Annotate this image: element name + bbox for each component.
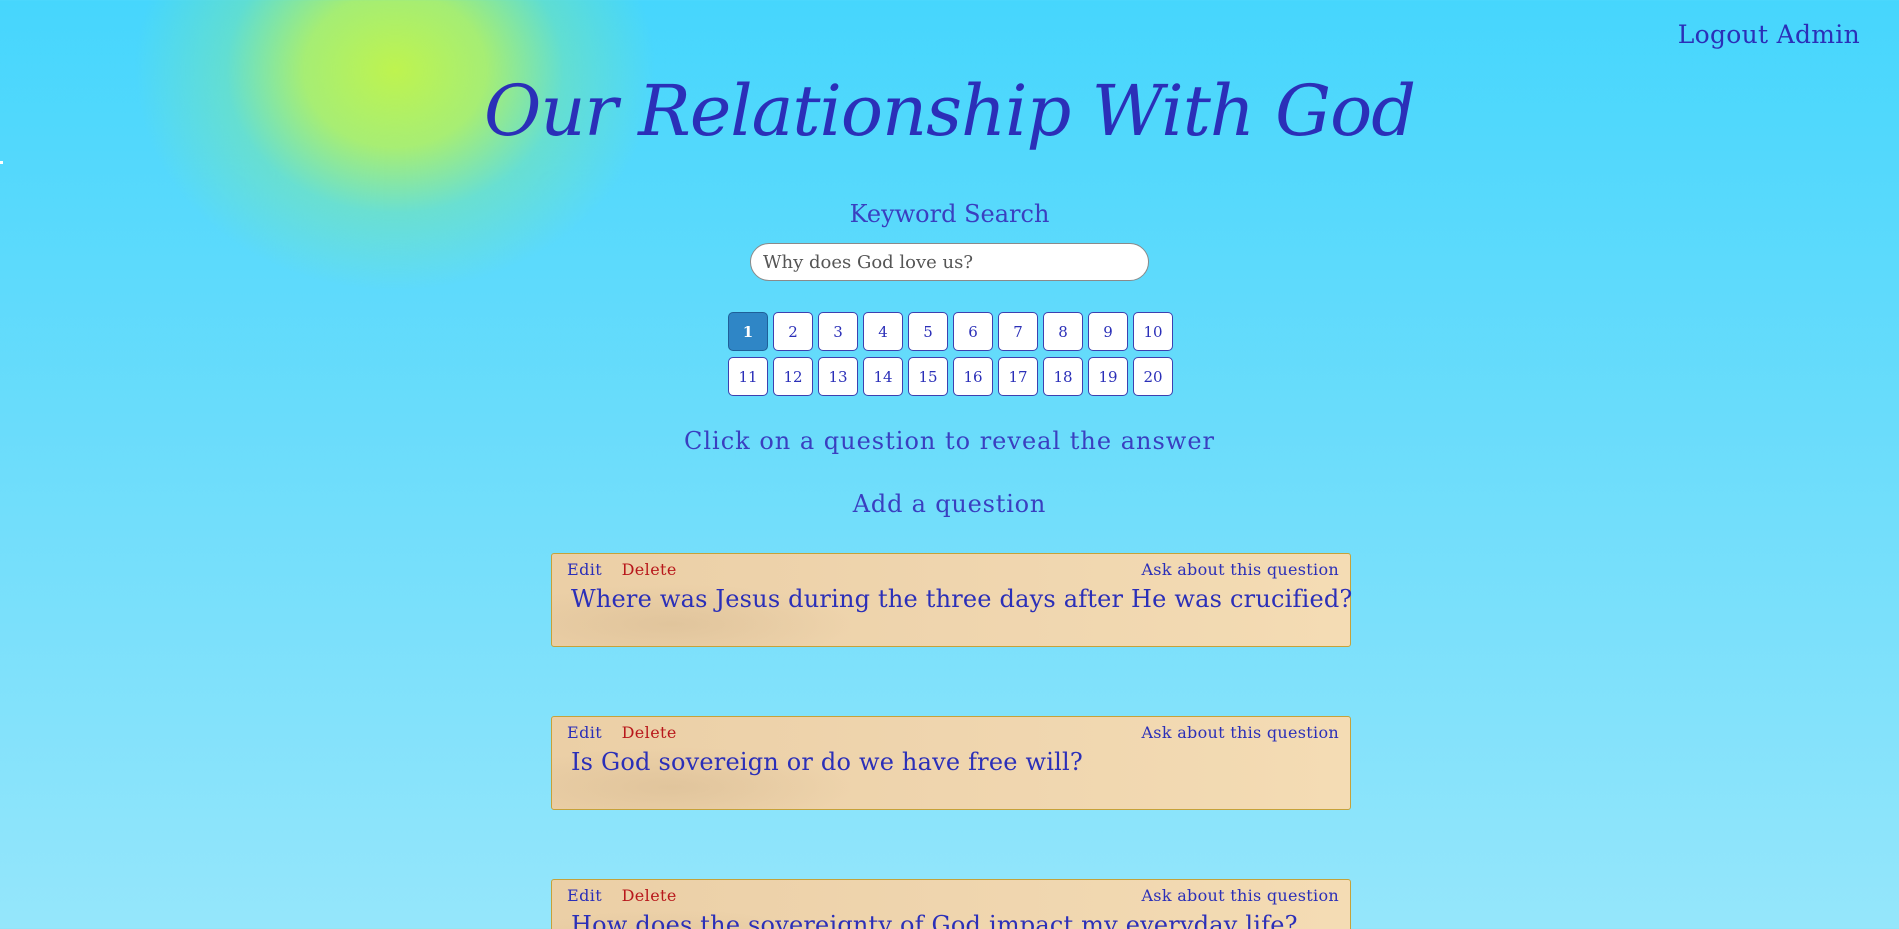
card-actions: Edit Delete xyxy=(567,886,677,905)
page-button-14[interactable]: 14 xyxy=(863,357,903,396)
delete-link[interactable]: Delete xyxy=(622,886,677,905)
edit-link[interactable]: Edit xyxy=(567,723,602,742)
ask-about-question-link[interactable]: Ask about this question xyxy=(1141,560,1339,579)
page-button-2[interactable]: 2 xyxy=(773,312,813,351)
keyword-search-input[interactable] xyxy=(750,243,1149,281)
edit-link[interactable]: Edit xyxy=(567,560,602,579)
edit-link[interactable]: Edit xyxy=(567,886,602,905)
keyword-search-label: Keyword Search xyxy=(849,200,1050,228)
page-button-4[interactable]: 4 xyxy=(863,312,903,351)
pagination-row-2: 11 12 13 14 15 16 17 18 19 20 xyxy=(728,357,1173,396)
card-actions: Edit Delete xyxy=(567,723,677,742)
page-button-8[interactable]: 8 xyxy=(1043,312,1083,351)
page-button-11[interactable]: 11 xyxy=(728,357,768,396)
page-title: Our Relationship With God xyxy=(483,70,1416,152)
question-card[interactable]: Edit Delete Ask about this question Is G… xyxy=(551,716,1351,810)
question-text[interactable]: How does the sovereignty of God impact m… xyxy=(571,911,1298,929)
page-button-1[interactable]: 1 xyxy=(728,312,768,351)
page-button-3[interactable]: 3 xyxy=(818,312,858,351)
question-card[interactable]: Edit Delete Ask about this question Wher… xyxy=(551,553,1353,647)
add-question-row: Add a question xyxy=(0,490,1899,518)
question-card[interactable]: Edit Delete Ask about this question How … xyxy=(551,879,1351,929)
ask-about-question-link[interactable]: Ask about this question xyxy=(1141,886,1339,905)
page-button-9[interactable]: 9 xyxy=(1088,312,1128,351)
page-button-13[interactable]: 13 xyxy=(818,357,858,396)
page-button-16[interactable]: 16 xyxy=(953,357,993,396)
page-button-18[interactable]: 18 xyxy=(1043,357,1083,396)
page-button-6[interactable]: 6 xyxy=(953,312,993,351)
add-question-link[interactable]: Add a question xyxy=(853,490,1046,518)
pagination-row-1: 1 2 3 4 5 6 7 8 9 10 xyxy=(728,312,1173,351)
reveal-answer-hint: Click on a question to reveal the answer xyxy=(683,427,1215,455)
question-text[interactable]: Where was Jesus during the three days af… xyxy=(571,585,1353,613)
question-text[interactable]: Is God sovereign or do we have free will… xyxy=(571,748,1083,776)
logout-admin-link[interactable]: Logout Admin xyxy=(1678,20,1860,49)
card-actions: Edit Delete xyxy=(567,560,677,579)
page-button-20[interactable]: 20 xyxy=(1133,357,1173,396)
page-button-15[interactable]: 15 xyxy=(908,357,948,396)
ask-about-question-link[interactable]: Ask about this question xyxy=(1141,723,1339,742)
page-button-7[interactable]: 7 xyxy=(998,312,1038,351)
page-button-10[interactable]: 10 xyxy=(1133,312,1173,351)
pagination: 1 2 3 4 5 6 7 8 9 10 11 12 13 14 15 16 1… xyxy=(728,312,1173,402)
delete-link[interactable]: Delete xyxy=(622,723,677,742)
page-button-5[interactable]: 5 xyxy=(908,312,948,351)
delete-link[interactable]: Delete xyxy=(622,560,677,579)
edge-marker xyxy=(0,161,3,164)
page-button-17[interactable]: 17 xyxy=(998,357,1038,396)
page-button-12[interactable]: 12 xyxy=(773,357,813,396)
page-button-19[interactable]: 19 xyxy=(1088,357,1128,396)
